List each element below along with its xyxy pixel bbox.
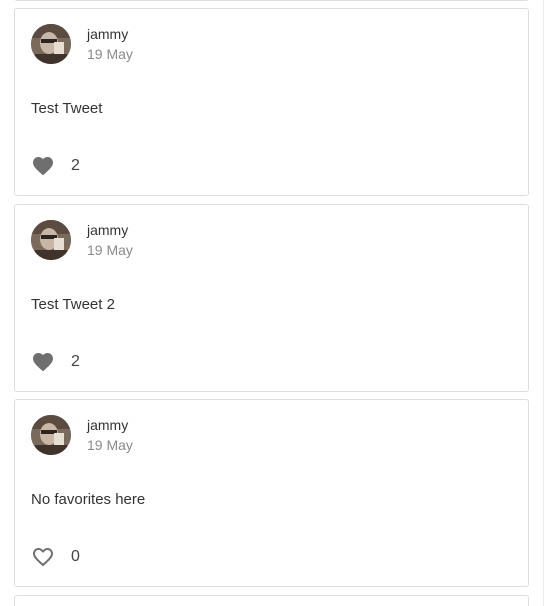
tweet-feed: jammy 19 May Test Tweet 2 jammy 19 May T… <box>0 0 549 606</box>
username[interactable]: jammy <box>87 416 128 434</box>
heart-filled-icon[interactable] <box>31 350 55 374</box>
tweet-text: Test Tweet 2 <box>31 296 115 313</box>
username[interactable]: jammy <box>87 221 128 239</box>
favorite-count: 2 <box>71 157 80 174</box>
heart-outline-icon[interactable] <box>31 545 55 569</box>
tweet-date: 19 May <box>87 242 133 258</box>
avatar[interactable] <box>31 220 71 260</box>
tweet-date: 19 May <box>87 437 133 453</box>
tweet-text: No favorites here <box>31 491 146 508</box>
tweet-text: Test Tweet <box>31 100 103 117</box>
favorite-count: 0 <box>71 548 80 565</box>
username[interactable]: jammy <box>87 25 128 43</box>
avatar[interactable] <box>31 24 71 64</box>
tweet-card: jammy 19 May Test Tweet 2 2 <box>14 204 529 392</box>
favorite-section: 2 <box>31 350 80 374</box>
favorite-section: 2 <box>31 154 80 178</box>
favorite-section: 0 <box>31 545 80 569</box>
tweet-card: jammy 19 May No favorites here 0 <box>14 399 529 587</box>
heart-filled-icon[interactable] <box>31 154 55 178</box>
tweet-date: 19 May <box>87 46 133 62</box>
tweet-card-partial <box>14 595 529 606</box>
tweet-card: jammy 19 May Test Tweet 2 <box>14 8 529 196</box>
tweet-card-partial <box>14 0 529 1</box>
favorite-count: 2 <box>71 353 80 370</box>
scrollbar-track[interactable] <box>543 0 549 606</box>
avatar[interactable] <box>31 415 71 455</box>
